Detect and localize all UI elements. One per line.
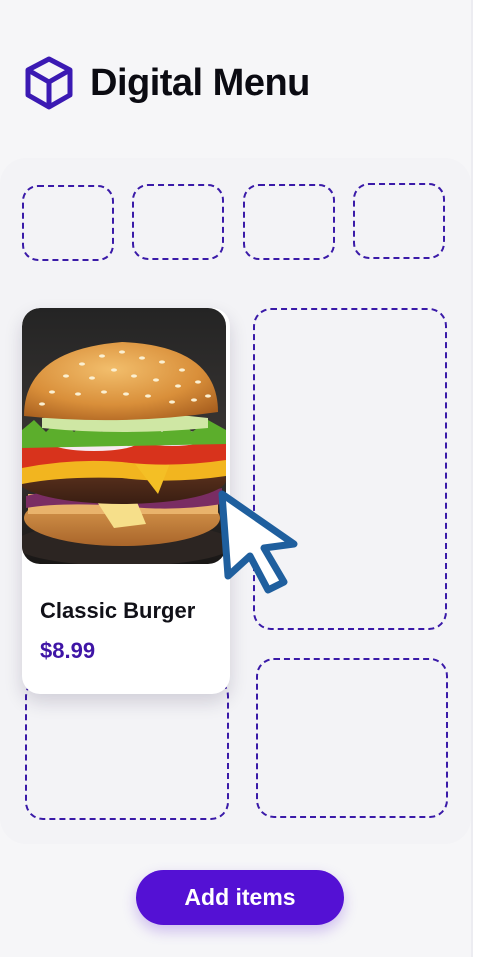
pointer-arrow-icon: [210, 486, 306, 596]
empty-menu-slot[interactable]: [256, 658, 448, 818]
empty-menu-slot[interactable]: [243, 184, 335, 260]
empty-menu-slot[interactable]: [25, 678, 229, 820]
digital-menu-screen: Digital Menu Classic Burger $8.99 Add it…: [0, 0, 473, 957]
cube-icon: [22, 54, 76, 112]
app-header: Digital Menu: [22, 54, 310, 112]
menu-item-price: $8.99: [40, 638, 96, 663]
page-title: Digital Menu: [90, 61, 310, 104]
empty-menu-slot[interactable]: [132, 184, 224, 260]
burger-photo: [22, 308, 226, 564]
empty-menu-slot[interactable]: [353, 183, 445, 259]
empty-menu-slot[interactable]: [22, 185, 114, 261]
menu-item-card[interactable]: Classic Burger $8.99: [22, 308, 230, 694]
menu-item-name: Classic Burger: [40, 598, 196, 623]
add-items-button[interactable]: Add items: [136, 870, 344, 925]
